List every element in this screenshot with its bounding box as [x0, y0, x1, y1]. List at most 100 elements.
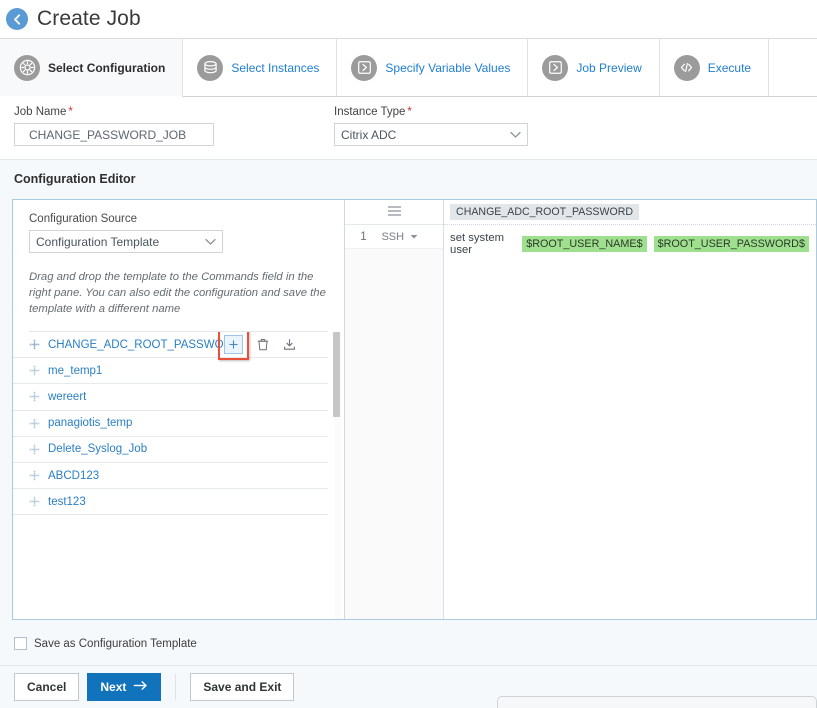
- job-name-field-group: Job Name *: [14, 106, 274, 146]
- save-as-template-row: Save as Configuration Template: [0, 620, 817, 650]
- configuration-editor-frame: Configuration Source Configuration Templ…: [12, 199, 817, 620]
- add-template-wrap: [218, 332, 250, 361]
- tab-label: Specify Variable Values: [385, 60, 511, 75]
- tab-label: Job Preview: [576, 60, 642, 75]
- instance-type-select[interactable]: Citrix ADC: [334, 123, 528, 146]
- play-icon: [542, 54, 569, 81]
- command-line[interactable]: set system user $ROOT_USER_NAME$ $ROOT_U…: [450, 232, 816, 256]
- wizard-tabs: Select Configuration Select Instances Sp…: [0, 38, 817, 99]
- drag-handle-icon[interactable]: [29, 418, 40, 429]
- tab-job-preview[interactable]: Job Preview: [528, 39, 660, 96]
- template-name: test123: [48, 495, 86, 508]
- job-name-label-text: Job Name: [14, 106, 67, 118]
- page-header: Create Job: [0, 0, 817, 38]
- list-item[interactable]: ABCD123: [13, 463, 329, 490]
- line-number: 1: [360, 230, 367, 243]
- drag-handle-icon[interactable]: [29, 391, 40, 403]
- template-name: ABCD123: [48, 469, 100, 482]
- instance-type-field-group: Instance Type * Citrix ADC: [334, 106, 588, 146]
- arrow-right-icon: [133, 680, 148, 694]
- download-template-button[interactable]: [283, 338, 296, 351]
- tab-label: Select Configuration: [48, 60, 166, 75]
- template-name: panagiotis_temp: [48, 417, 133, 430]
- template-actions: [218, 332, 296, 361]
- command-text: set system user: [450, 232, 505, 256]
- editor-gutter: 1 SSH: [345, 200, 445, 619]
- configuration-source-select-wrap: Configuration Template: [29, 230, 223, 253]
- scrollbar-thumb[interactable]: [333, 332, 341, 417]
- variable-token-root-user-name[interactable]: $ROOT_USER_NAME$: [522, 236, 647, 252]
- tab-label: Select Instances: [231, 60, 320, 75]
- gear-icon: [14, 54, 40, 81]
- template-name: me_temp1: [48, 364, 103, 377]
- configuration-source-label: Configuration Source: [29, 213, 138, 225]
- protocol-select[interactable]: SSH: [381, 231, 418, 243]
- commands-header: CHANGE_ADC_ROOT_PASSWORD: [444, 200, 816, 225]
- configuration-source-group: Configuration Source Configuration Templ…: [13, 200, 344, 253]
- list-item[interactable]: wereert: [13, 384, 329, 411]
- drag-handle-icon[interactable]: [29, 339, 40, 350]
- next-button[interactable]: Next: [87, 673, 162, 701]
- list-item[interactable]: panagiotis_temp: [13, 411, 329, 437]
- save-as-template-checkbox[interactable]: [14, 637, 27, 650]
- template-list: CHANGE_ADC_ROOT_PASSWORD me_temp1 wereer…: [13, 332, 344, 619]
- template-name: Delete_Syslog_Job: [48, 443, 148, 456]
- drag-drop-hint: Drag and drop the template to the Comman…: [29, 269, 329, 332]
- instance-type-value: Citrix ADC: [341, 127, 397, 142]
- tab-specify-variable-values[interactable]: Specify Variable Values: [337, 39, 529, 96]
- command-row-gutter: 1 SSH: [345, 225, 444, 249]
- save-as-template-label: Save as Configuration Template: [34, 637, 197, 650]
- list-item[interactable]: test123: [13, 489, 329, 516]
- commands-pane: CHANGE_ADC_ROOT_PASSWORD set system user…: [444, 200, 816, 619]
- template-name: CHANGE_ADC_ROOT_PASSWORD: [48, 338, 241, 351]
- template-pane: Configuration Source Configuration Templ…: [13, 200, 346, 619]
- back-button[interactable]: [6, 8, 28, 30]
- next-button-label: Next: [100, 680, 127, 694]
- required-asterisk: *: [407, 106, 412, 118]
- variable-token-root-user-password[interactable]: $ROOT_USER_PASSWORD$: [653, 236, 809, 252]
- job-name-label: Job Name *: [14, 106, 274, 118]
- instance-type-select-wrap: Citrix ADC: [334, 123, 528, 146]
- tab-execute[interactable]: Execute: [659, 39, 770, 96]
- configuration-source-select[interactable]: Configuration Template: [29, 230, 223, 253]
- save-and-exit-button[interactable]: Save and Exit: [190, 673, 295, 701]
- cancel-button[interactable]: Cancel: [14, 673, 80, 701]
- tab-label: Execute: [707, 60, 752, 75]
- page-title: Create Job: [37, 7, 141, 30]
- commands-body[interactable]: set system user $ROOT_USER_NAME$ $ROOT_U…: [444, 225, 816, 256]
- list-item[interactable]: CHANGE_ADC_ROOT_PASSWORD: [13, 332, 329, 361]
- caret-down-icon: [410, 231, 418, 243]
- drag-handle-icon[interactable]: [29, 444, 40, 455]
- job-name-input[interactable]: [14, 123, 214, 146]
- list-item[interactable]: Delete_Syslog_Job: [13, 437, 329, 463]
- code-icon: [673, 54, 700, 81]
- configuration-source-value: Configuration Template: [36, 234, 160, 249]
- stack-icon: [197, 54, 224, 81]
- delete-template-button[interactable]: [257, 338, 269, 351]
- template-list-scrollbar[interactable]: [333, 332, 343, 619]
- wizard-footer: Cancel Next Save and Exit: [0, 665, 817, 708]
- tab-select-instances[interactable]: Select Instances: [183, 39, 338, 96]
- drag-handle-icon[interactable]: [29, 470, 40, 481]
- job-form: Job Name* Instance Type* Citrix ADC: [0, 97, 817, 159]
- drag-handle-icon[interactable]: [29, 365, 40, 376]
- gutter-menu[interactable]: [345, 200, 444, 225]
- arrow-left-circle-icon: [11, 13, 24, 26]
- drag-handle-icon[interactable]: [29, 496, 40, 507]
- template-name: wereert: [48, 390, 87, 403]
- instance-type-label: Instance Type *: [334, 106, 588, 118]
- play-icon: [351, 54, 378, 81]
- hamburger-icon: [387, 205, 402, 220]
- tab-select-configuration[interactable]: Select Configuration: [0, 39, 184, 99]
- footer-divider: [175, 674, 177, 700]
- create-job-page: Create Job Select Configuration Select I…: [0, 0, 817, 708]
- list-item[interactable]: me_temp1: [13, 358, 329, 385]
- configuration-editor-title: Configuration Editor: [14, 172, 136, 186]
- tab-strip-filler: [769, 39, 817, 96]
- protocol-value: SSH: [381, 230, 405, 243]
- instance-type-label-text: Instance Type: [334, 106, 406, 118]
- bottom-right-popup-edge: [497, 696, 817, 708]
- add-template-button[interactable]: [224, 335, 244, 355]
- required-asterisk: *: [68, 106, 73, 118]
- command-template-tag: CHANGE_ADC_ROOT_PASSWORD: [450, 204, 640, 220]
